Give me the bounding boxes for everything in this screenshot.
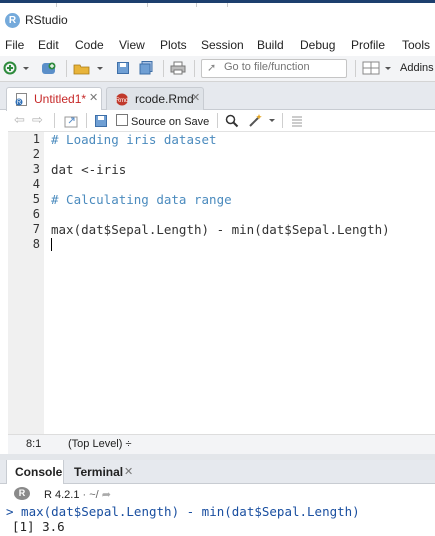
print-icon[interactable]: [170, 61, 186, 75]
save-all-icon[interactable]: [139, 61, 155, 75]
menu-view[interactable]: View: [119, 38, 145, 52]
r-version: R 4.2.1: [44, 489, 80, 501]
console-header: R R 4.2.1 · ~/ ➦: [0, 484, 435, 504]
checkbox-box[interactable]: [116, 114, 128, 126]
line-number-gutter: 1 2 3 4 5 6 7 8: [8, 132, 44, 434]
tab-console[interactable]: Console: [6, 460, 64, 484]
text-cursor: [51, 238, 52, 251]
r-script-icon: R: [15, 93, 27, 106]
menu-code[interactable]: Code: [75, 38, 104, 52]
new-project-icon[interactable]: [40, 61, 58, 75]
rmarkdown-icon: Rmd: [116, 93, 129, 106]
show-in-window-icon[interactable]: [64, 114, 78, 128]
menu-build[interactable]: Build: [257, 38, 284, 52]
source-on-save-label: Source on Save: [131, 116, 210, 128]
scope-selector[interactable]: (Top Level) ÷: [68, 438, 132, 450]
tab-label: rcode.Rmd: [135, 92, 194, 106]
console-tab-bar: Console Terminal ✕: [0, 460, 435, 484]
tab-label: Console: [15, 465, 63, 479]
editor-tab-bar: R Untitled1* ✕ Rmd rcode.Rmd ✕: [0, 82, 435, 111]
line-number: 3: [32, 162, 40, 176]
menu-profile[interactable]: Profile: [351, 38, 385, 52]
save-icon[interactable]: [116, 61, 130, 75]
menu-plots[interactable]: Plots: [160, 38, 187, 52]
toolbar-separator: [86, 113, 87, 128]
svg-text:Rmd: Rmd: [116, 98, 129, 104]
line-number: 1: [32, 132, 40, 146]
line-number: 4: [32, 177, 40, 191]
code-editor[interactable]: 1 2 3 4 5 6 7 8 # Loading iris dataset d…: [8, 132, 435, 434]
forward-arrow-icon[interactable]: ⇨: [32, 112, 43, 128]
close-icon[interactable]: ✕: [89, 91, 98, 104]
window-title: RStudio: [25, 13, 68, 27]
toolbar-separator: [66, 60, 67, 77]
r-logo-icon: R: [14, 487, 30, 500]
working-directory[interactable]: · ~/: [83, 489, 99, 501]
workspace-panes-icon[interactable]: [362, 61, 380, 75]
chevron-down-icon[interactable]: [96, 61, 104, 75]
tab-label: Untitled1*: [34, 92, 87, 106]
cursor-position: 8:1: [26, 438, 42, 450]
tab-label: Terminal: [74, 465, 124, 479]
back-arrow-icon[interactable]: ⇦: [14, 112, 25, 128]
console-input-line: > max(dat$Sepal.Length) - min(dat$Sepal.…: [6, 504, 360, 519]
line-number: 7: [32, 222, 40, 236]
menu-bar: File Edit Code View Plots Session Build …: [0, 34, 435, 56]
taskbar-strip: [0, 3, 435, 7]
line-number: 2: [32, 147, 40, 161]
close-icon[interactable]: ✕: [191, 91, 200, 104]
open-folder-icon[interactable]: [73, 61, 91, 75]
toolbar-separator: [355, 60, 356, 77]
chevron-down-icon[interactable]: [384, 61, 392, 75]
toolbar-separator: [194, 60, 195, 77]
new-file-icon[interactable]: [3, 61, 17, 75]
rstudio-logo-icon: R: [5, 13, 20, 28]
menu-file[interactable]: File: [5, 38, 24, 52]
main-toolbar: ➚ Addins: [0, 56, 435, 82]
line-number: 8: [32, 237, 40, 251]
menu-debug[interactable]: Debug: [300, 38, 335, 52]
svg-text:R: R: [17, 100, 22, 106]
console-output[interactable]: > max(dat$Sepal.Length) - min(dat$Sepal.…: [0, 504, 435, 536]
close-icon[interactable]: ✕: [124, 465, 133, 478]
magic-wand-icon[interactable]: [248, 113, 264, 128]
toolbar-separator: [163, 60, 164, 77]
code-line-expression[interactable]: max(dat$Sepal.Length) - min(dat$Sepal.Le…: [51, 222, 390, 237]
menu-session[interactable]: Session: [201, 38, 244, 52]
console-output-line: [1] 3.6: [12, 519, 65, 534]
menu-edit[interactable]: Edit: [38, 38, 59, 52]
chevron-down-icon[interactable]: [268, 113, 276, 127]
line-number: 5: [32, 192, 40, 206]
code-line-comment[interactable]: # Loading iris dataset: [51, 132, 217, 147]
code-line-assignment[interactable]: dat <-iris: [51, 162, 126, 177]
source-on-save-checkbox[interactable]: Source on Save: [116, 114, 209, 128]
toolbar-separator: [282, 113, 283, 128]
line-number: 6: [32, 207, 40, 221]
goto-file-function-field[interactable]: ➚: [201, 59, 347, 78]
goto-arrow-icon: ➚: [207, 62, 217, 74]
code-line-comment[interactable]: # Calculating data range: [51, 192, 232, 207]
editor-toolbar: ⇦ ⇨ Source on Save: [8, 110, 435, 132]
toolbar-separator: [217, 113, 218, 128]
tab-untitled1[interactable]: R Untitled1* ✕: [6, 87, 102, 111]
menu-tools[interactable]: Tools: [402, 38, 430, 52]
tab-rcode-rmd[interactable]: Rmd rcode.Rmd ✕: [106, 87, 204, 110]
goto-input[interactable]: [224, 61, 342, 73]
go-to-directory-icon[interactable]: ➦: [102, 489, 111, 501]
editor-status-bar: 8:1 (Top Level) ÷: [8, 434, 435, 454]
title-bar: R RStudio: [0, 0, 435, 34]
search-icon[interactable]: [225, 114, 239, 128]
tab-terminal[interactable]: Terminal ✕: [66, 460, 146, 484]
toolbar-separator: [54, 113, 55, 128]
addins-menu[interactable]: Addins: [400, 62, 434, 74]
save-icon[interactable]: [94, 114, 108, 128]
document-outline-icon[interactable]: [290, 114, 304, 128]
r-version-label: R 4.2.1 · ~/ ➦: [44, 488, 111, 501]
chevron-down-icon[interactable]: [22, 61, 30, 75]
